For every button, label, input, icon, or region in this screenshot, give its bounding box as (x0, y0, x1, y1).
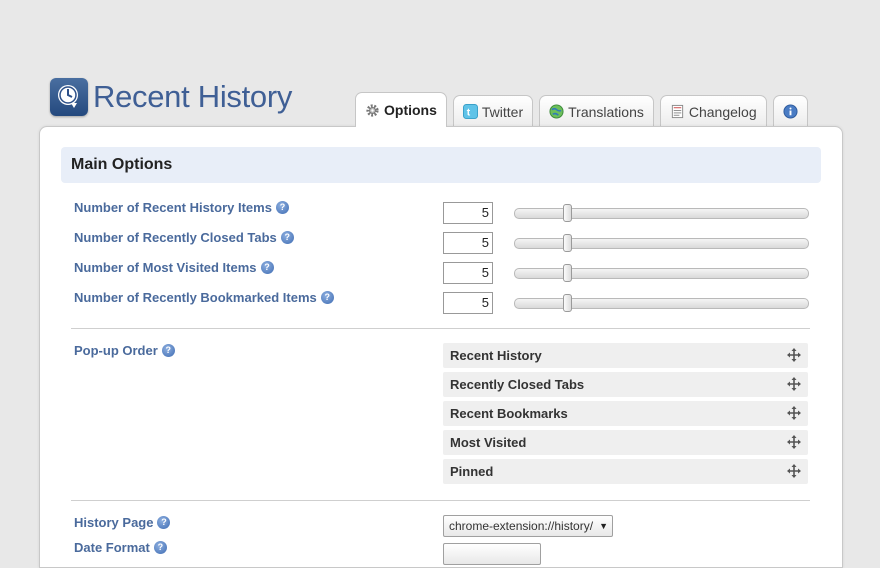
help-icon[interactable]: ? (161, 344, 175, 357)
recently-bookmarked-slider[interactable] (514, 294, 809, 312)
move-icon[interactable] (787, 435, 801, 449)
svg-text:t: t (467, 108, 471, 119)
label-text: Number of Recently Closed Tabs (74, 230, 277, 245)
app-logo: Recent History (50, 78, 292, 116)
label-text: Date Format (74, 540, 150, 555)
tab-translations-label: Translations (568, 103, 644, 120)
move-icon[interactable] (787, 406, 801, 420)
clock-icon (50, 78, 88, 116)
recently-bookmarked-count-input[interactable]: 5 (443, 292, 493, 314)
label-text: Number of Recent History Items (74, 200, 272, 215)
help-icon[interactable]: ? (320, 291, 334, 304)
move-icon[interactable] (787, 464, 801, 478)
info-icon (783, 104, 798, 119)
tab-options[interactable]: Options (355, 92, 447, 127)
tab-changelog-label: Changelog (688, 103, 757, 120)
popup-order-item[interactable]: Recently Closed Tabs (443, 372, 808, 397)
slider-thumb[interactable] (563, 204, 573, 222)
help-icon[interactable]: ? (153, 541, 167, 554)
recently-closed-slider[interactable] (514, 234, 809, 252)
help-icon[interactable]: ? (280, 231, 294, 244)
help-icon[interactable]: ? (275, 201, 289, 214)
popup-order-item-label: Recent Bookmarks (450, 406, 568, 421)
history-page-select-value: chrome-extension://history/ (449, 519, 594, 533)
label-recent-history-items: Number of Recent History Items ? (74, 200, 289, 215)
help-icon[interactable]: ? (157, 516, 171, 529)
move-icon[interactable] (787, 377, 801, 391)
recently-closed-count-input[interactable]: 5 (443, 232, 493, 254)
tab-changelog[interactable]: Changelog (659, 95, 767, 127)
divider (71, 328, 810, 329)
label-history-page: History Page ? (74, 515, 171, 530)
popup-order-item[interactable]: Most Visited (443, 430, 808, 455)
most-visited-slider[interactable] (514, 264, 809, 282)
divider (71, 500, 810, 501)
label-recently-closed-tabs: Number of Recently Closed Tabs ? (74, 230, 294, 245)
slider-thumb[interactable] (563, 294, 573, 312)
tab-twitter[interactable]: t Twitter (452, 95, 534, 127)
history-page-select[interactable]: chrome-extension://history/ ▼ (443, 515, 613, 537)
popup-order-item[interactable]: Recent Bookmarks (443, 401, 808, 426)
section-header-main-options: Main Options (61, 147, 821, 183)
recent-history-slider[interactable] (514, 204, 809, 222)
move-icon[interactable] (787, 348, 801, 362)
popup-order-item[interactable]: Recent History (443, 343, 808, 368)
slider-thumb[interactable] (563, 234, 573, 252)
options-panel: Main Options Number of Recent History It… (39, 126, 843, 568)
chevron-down-icon: ▼ (599, 521, 608, 531)
popup-order-item-label: Most Visited (450, 435, 527, 450)
date-format-select[interactable] (443, 543, 541, 565)
slider-thumb[interactable] (563, 264, 573, 282)
label-text: Number of Most Visited Items (74, 260, 257, 275)
label-popup-order: Pop-up Order ? (74, 343, 175, 358)
label-text: Pop-up Order (74, 343, 158, 358)
app-title: Recent History (93, 79, 293, 114)
tab-translations[interactable]: Translations (539, 95, 654, 127)
tab-info[interactable] (772, 95, 808, 127)
gear-icon (365, 103, 380, 118)
popup-order-item[interactable]: Pinned (443, 459, 808, 484)
label-most-visited-items: Number of Most Visited Items ? (74, 260, 274, 275)
label-date-format: Date Format ? (74, 540, 167, 555)
popup-order-item-label: Pinned (450, 464, 494, 479)
popup-order-item-label: Recently Closed Tabs (450, 377, 585, 392)
recent-history-count-input[interactable]: 5 (443, 202, 493, 224)
label-text: History Page (74, 515, 154, 530)
most-visited-count-input[interactable]: 5 (443, 262, 493, 284)
document-icon (670, 104, 685, 119)
tab-bar: Options t Twitter Translations Changelog (355, 92, 814, 127)
label-text: Number of Recently Bookmarked Items (74, 290, 317, 305)
label-recently-bookmarked-items: Number of Recently Bookmarked Items ? (74, 290, 334, 305)
tab-twitter-label: Twitter (481, 103, 524, 120)
globe-icon (549, 104, 564, 119)
popup-order-item-label: Recent History (450, 348, 542, 363)
help-icon[interactable]: ? (260, 261, 274, 274)
tab-options-label: Options (384, 102, 437, 118)
twitter-icon: t (462, 104, 478, 119)
